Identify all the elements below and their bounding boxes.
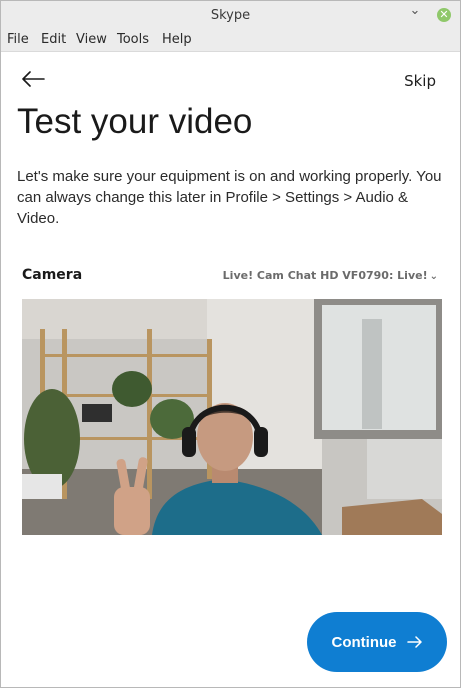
menu-edit[interactable]: Edit bbox=[41, 32, 66, 47]
chevron-down-icon: ⌄ bbox=[429, 271, 438, 282]
close-button[interactable]: ✕ bbox=[437, 8, 451, 22]
skype-window: Skype ⌄ ✕ File Edit View Tools Help Skip… bbox=[0, 0, 461, 688]
skip-button[interactable]: Skip bbox=[404, 72, 436, 90]
camera-device-dropdown[interactable]: Live! Cam Chat HD VF0790: Live! ⌄ bbox=[223, 269, 438, 282]
camera-preview bbox=[22, 299, 442, 535]
title-bar: Skype ⌄ ✕ bbox=[1, 1, 460, 31]
camera-label: Camera bbox=[22, 267, 83, 283]
arrow-right-icon bbox=[406, 632, 423, 653]
menu-bar: File Edit View Tools Help bbox=[1, 30, 460, 52]
page-title: Test your video bbox=[17, 102, 253, 141]
menu-view[interactable]: View bbox=[76, 32, 107, 47]
minimize-button[interactable]: ⌄ bbox=[408, 4, 422, 18]
back-arrow-icon[interactable] bbox=[21, 67, 45, 91]
page-description: Let's make sure your equipment is on and… bbox=[17, 168, 442, 227]
menu-tools[interactable]: Tools bbox=[117, 32, 149, 47]
menu-help[interactable]: Help bbox=[162, 32, 192, 47]
continue-button[interactable]: Continue bbox=[307, 612, 447, 672]
window-title: Skype bbox=[210, 8, 251, 23]
menu-file[interactable]: File bbox=[7, 32, 29, 47]
continue-label: Continue bbox=[331, 633, 397, 651]
camera-device-name: Live! Cam Chat HD VF0790: Live! bbox=[222, 269, 428, 282]
